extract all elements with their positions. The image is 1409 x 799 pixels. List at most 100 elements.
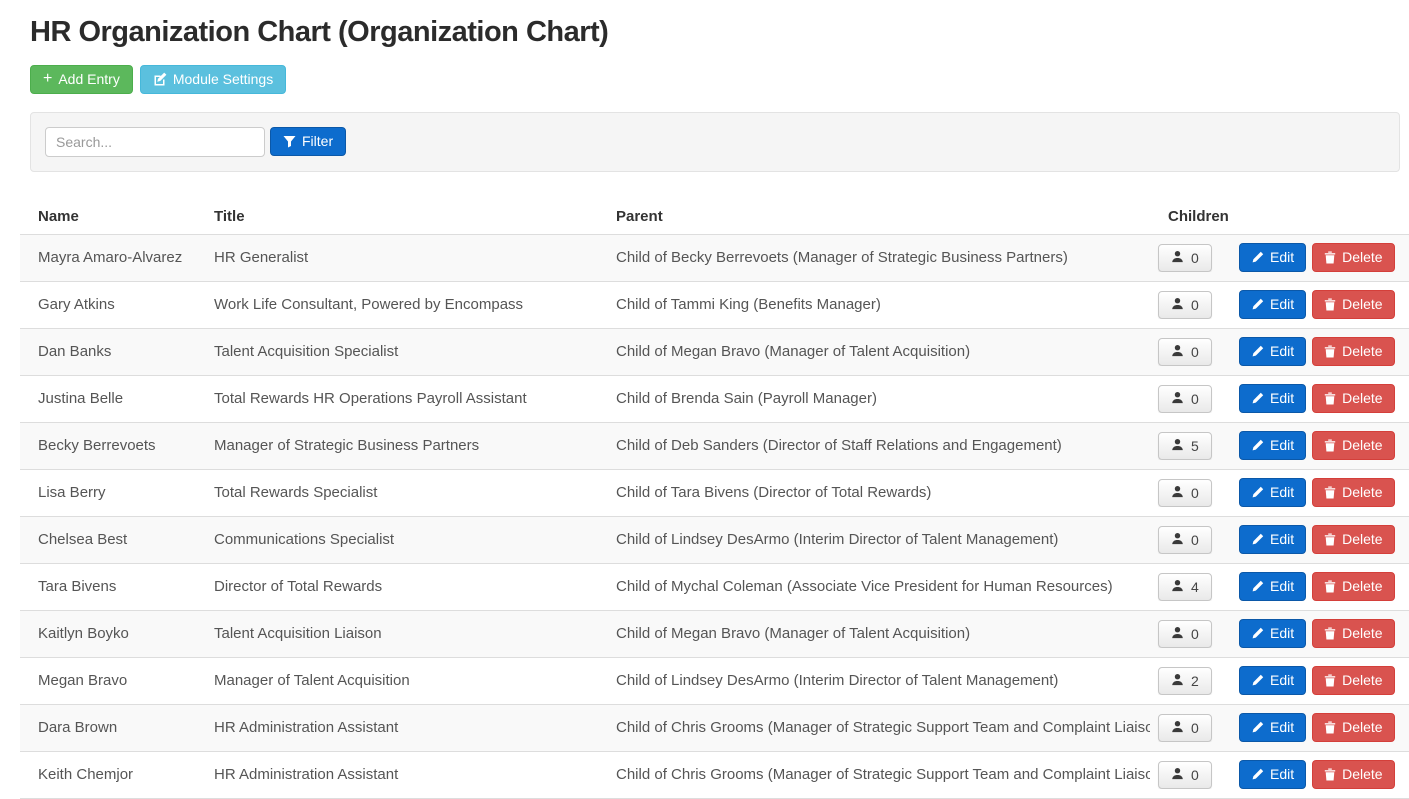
row-children-cell: 0	[1150, 385, 1239, 413]
edit-button[interactable]: Edit	[1239, 760, 1306, 789]
delete-button[interactable]: Delete	[1312, 572, 1394, 601]
edit-button[interactable]: Edit	[1239, 337, 1306, 366]
row-actions: Edit Delete	[1239, 337, 1409, 366]
edit-button[interactable]: Edit	[1239, 290, 1306, 319]
table-row: Lisa Berry Total Rewards Specialist Chil…	[20, 470, 1409, 517]
trash-icon	[1324, 345, 1336, 358]
children-count: 4	[1191, 579, 1199, 595]
trash-icon	[1324, 251, 1336, 264]
row-title: Manager of Talent Acquisition	[196, 672, 598, 689]
table-body: Mayra Amaro-Alvarez HR Generalist Child …	[20, 235, 1409, 799]
delete-button[interactable]: Delete	[1312, 431, 1394, 460]
edit-button[interactable]: Edit	[1239, 666, 1306, 695]
edit-button[interactable]: Edit	[1239, 525, 1306, 554]
children-count-button[interactable]: 2	[1158, 667, 1212, 695]
delete-button[interactable]: Delete	[1312, 478, 1394, 507]
children-count: 0	[1191, 391, 1199, 407]
edit-button[interactable]: Edit	[1239, 243, 1306, 272]
table-row: Becky Berrevoets Manager of Strategic Bu…	[20, 423, 1409, 470]
trash-icon	[1324, 721, 1336, 734]
table-row: Gary Atkins Work Life Consultant, Powere…	[20, 282, 1409, 329]
row-title: Work Life Consultant, Powered by Encompa…	[196, 296, 598, 313]
person-icon	[1171, 485, 1184, 501]
children-count-button[interactable]: 0	[1158, 714, 1212, 742]
table-row: Keith Chemjor HR Administration Assistan…	[20, 752, 1409, 799]
edit-button[interactable]: Edit	[1239, 478, 1306, 507]
children-count-button[interactable]: 0	[1158, 244, 1212, 272]
delete-button[interactable]: Delete	[1312, 619, 1394, 648]
delete-button[interactable]: Delete	[1312, 384, 1394, 413]
person-icon	[1171, 250, 1184, 266]
column-header-parent: Parent	[598, 208, 1150, 225]
edit-label: Edit	[1270, 484, 1294, 501]
children-count-button[interactable]: 0	[1158, 385, 1212, 413]
trash-icon	[1324, 392, 1336, 405]
delete-button[interactable]: Delete	[1312, 760, 1394, 789]
edit-label: Edit	[1270, 719, 1294, 736]
row-title: Total Rewards Specialist	[196, 484, 598, 501]
module-settings-button[interactable]: Module Settings	[140, 65, 286, 94]
add-entry-button[interactable]: + Add Entry	[30, 65, 133, 94]
children-count-button[interactable]: 0	[1158, 338, 1212, 366]
delete-button[interactable]: Delete	[1312, 525, 1394, 554]
children-count-button[interactable]: 0	[1158, 479, 1212, 507]
pencil-square-icon	[153, 72, 167, 86]
search-input[interactable]	[45, 127, 265, 157]
row-name: Mayra Amaro-Alvarez	[20, 249, 196, 266]
row-title: HR Generalist	[196, 249, 598, 266]
pencil-icon	[1251, 486, 1264, 499]
row-actions: Edit Delete	[1239, 572, 1409, 601]
delete-button[interactable]: Delete	[1312, 290, 1394, 319]
edit-label: Edit	[1270, 531, 1294, 548]
edit-label: Edit	[1270, 343, 1294, 360]
edit-button[interactable]: Edit	[1239, 431, 1306, 460]
row-name: Lisa Berry	[20, 484, 196, 501]
children-count: 0	[1191, 250, 1199, 266]
pencil-icon	[1251, 298, 1264, 311]
row-name: Megan Bravo	[20, 672, 196, 689]
person-icon	[1171, 673, 1184, 689]
row-title: Talent Acquisition Liaison	[196, 625, 598, 642]
pencil-icon	[1251, 768, 1264, 781]
row-parent: Child of Brenda Sain (Payroll Manager)	[598, 390, 1150, 407]
edit-button[interactable]: Edit	[1239, 572, 1306, 601]
children-count: 2	[1191, 673, 1199, 689]
filter-funnel-icon	[283, 135, 296, 148]
children-count: 0	[1191, 485, 1199, 501]
children-count-button[interactable]: 4	[1158, 573, 1212, 601]
pencil-icon	[1251, 580, 1264, 593]
org-chart-table: Name Title Parent Children Mayra Amaro-A…	[20, 200, 1409, 799]
row-parent: Child of Chris Grooms (Manager of Strate…	[598, 766, 1150, 783]
person-icon	[1171, 438, 1184, 454]
row-parent: Child of Lindsey DesArmo (Interim Direct…	[598, 672, 1150, 689]
row-actions: Edit Delete	[1239, 243, 1409, 272]
children-count-button[interactable]: 0	[1158, 526, 1212, 554]
row-actions: Edit Delete	[1239, 431, 1409, 460]
children-count-button[interactable]: 0	[1158, 620, 1212, 648]
edit-button[interactable]: Edit	[1239, 713, 1306, 742]
pencil-icon	[1251, 674, 1264, 687]
delete-button[interactable]: Delete	[1312, 666, 1394, 695]
children-count-button[interactable]: 0	[1158, 761, 1212, 789]
person-icon	[1171, 344, 1184, 360]
row-parent: Child of Deb Sanders (Director of Staff …	[598, 437, 1150, 454]
delete-label: Delete	[1342, 531, 1382, 548]
row-parent: Child of Becky Berrevoets (Manager of St…	[598, 249, 1150, 266]
delete-button[interactable]: Delete	[1312, 243, 1394, 272]
delete-label: Delete	[1342, 625, 1382, 642]
delete-label: Delete	[1342, 484, 1382, 501]
edit-button[interactable]: Edit	[1239, 384, 1306, 413]
row-children-cell: 5	[1150, 432, 1239, 460]
table-row: Justina Belle Total Rewards HR Operation…	[20, 376, 1409, 423]
trash-icon	[1324, 627, 1336, 640]
children-count: 0	[1191, 297, 1199, 313]
children-count-button[interactable]: 5	[1158, 432, 1212, 460]
filter-button[interactable]: Filter	[270, 127, 346, 156]
edit-label: Edit	[1270, 625, 1294, 642]
delete-button[interactable]: Delete	[1312, 337, 1394, 366]
edit-button[interactable]: Edit	[1239, 619, 1306, 648]
delete-button[interactable]: Delete	[1312, 713, 1394, 742]
children-count-button[interactable]: 0	[1158, 291, 1212, 319]
module-settings-label: Module Settings	[173, 71, 273, 88]
table-row: Mayra Amaro-Alvarez HR Generalist Child …	[20, 235, 1409, 282]
